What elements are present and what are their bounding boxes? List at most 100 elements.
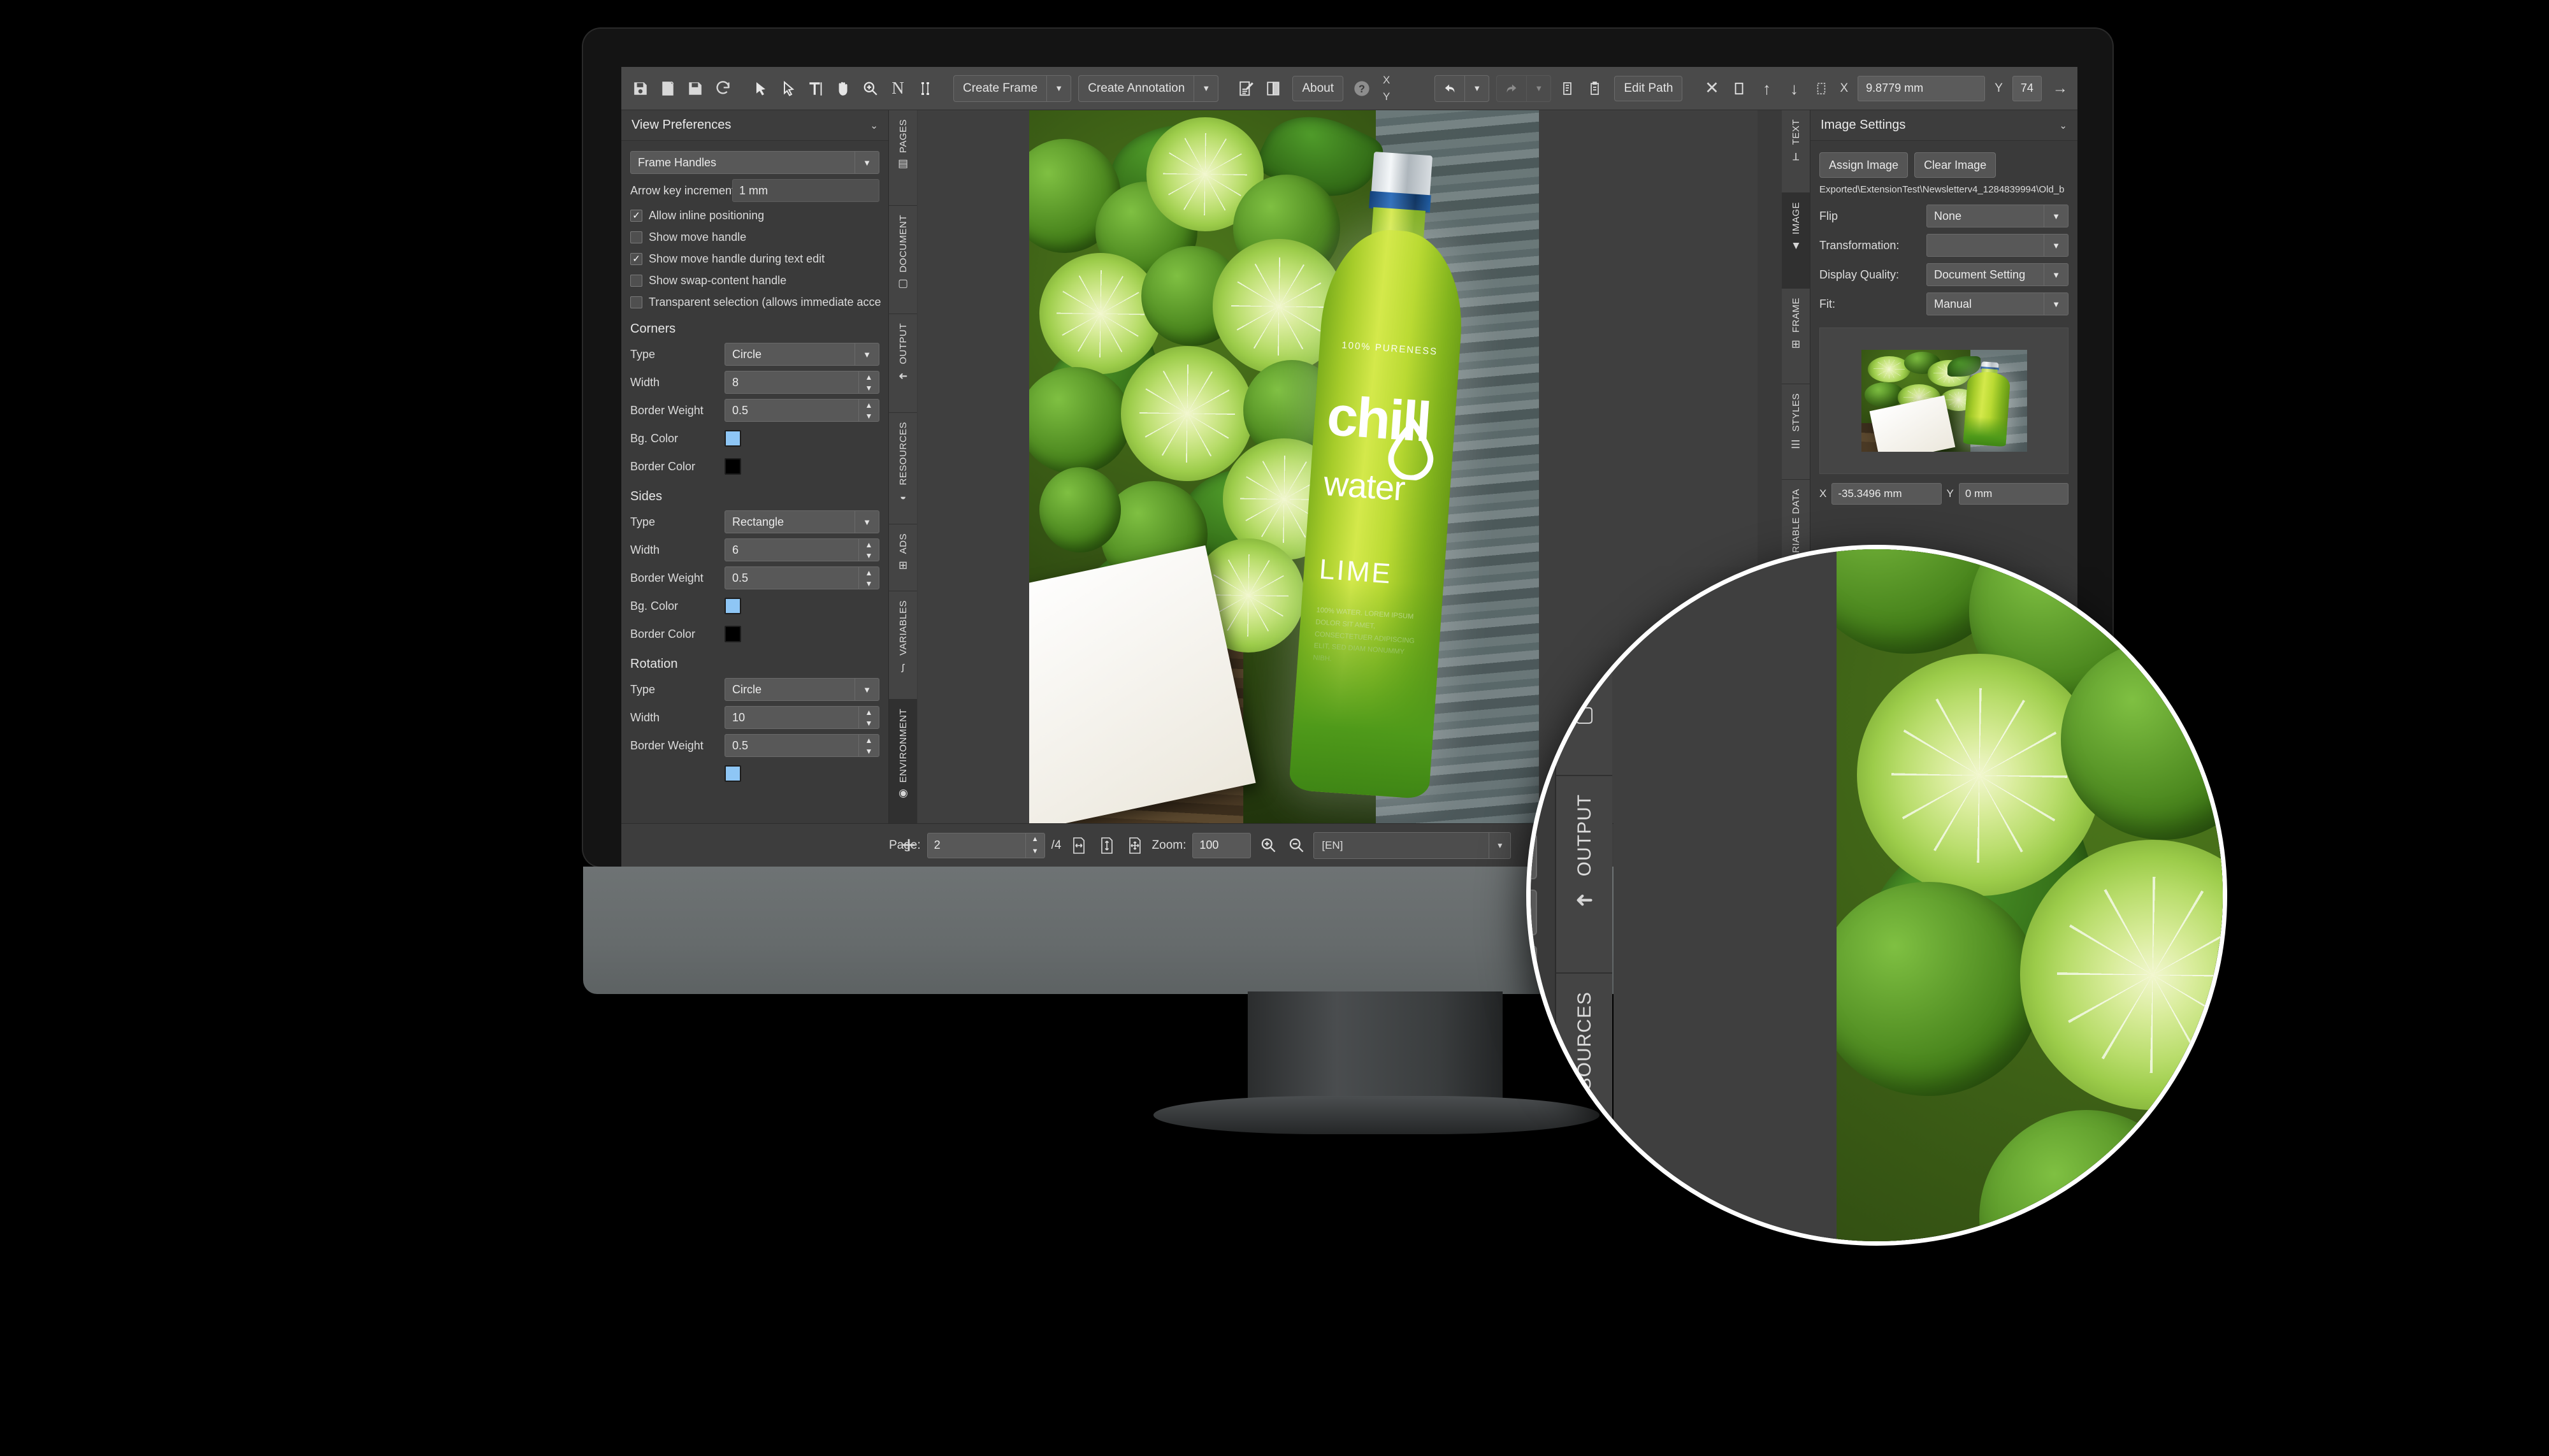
chevron-down-icon[interactable]: ▼: [1026, 846, 1044, 858]
chevron-down-icon[interactable]: ▼: [855, 679, 879, 700]
chevron-down-icon[interactable]: ▼: [859, 410, 879, 421]
sidebar-item-ads[interactable]: ADS ⊞: [889, 524, 917, 591]
undo-icon[interactable]: [1435, 76, 1464, 101]
duplicate-frame-icon[interactable]: [1809, 75, 1834, 103]
chevron-down-icon[interactable]: ▼: [859, 578, 879, 589]
rotation-border-weight-stepper[interactable]: 0.5 ▲ ▼: [725, 734, 879, 757]
magnified-sidebar-item-document[interactable]: DOCUMENT ▢: [1556, 559, 1612, 776]
sidebar-item-pages[interactable]: PAGES ▤: [889, 110, 917, 206]
magnified-sidebar-item-resources[interactable]: RESOURCES ◓: [1556, 974, 1612, 1197]
show-move-handle-text-edit-checkbox[interactable]: [630, 252, 642, 265]
undo-button[interactable]: ▼: [1434, 75, 1490, 102]
checkbox-row-3[interactable]: Show swap-content handle: [630, 270, 879, 291]
chevron-up-icon[interactable]: ▲: [1026, 833, 1044, 846]
stepper-arrows[interactable]: ▲ ▼: [858, 707, 879, 728]
corners-border-weight-stepper[interactable]: 0.5 ▲ ▼: [725, 399, 879, 422]
fit-page-icon[interactable]: [1124, 833, 1146, 858]
create-annotation-button[interactable]: Create Annotation ▼: [1078, 75, 1219, 102]
rotation-type-select[interactable]: Circle ▼: [725, 678, 879, 701]
clear-image-button[interactable]: Clear Image: [1914, 152, 1997, 178]
image-x-field[interactable]: -35.3496 mm: [1831, 483, 1942, 505]
chevron-up-icon[interactable]: ▲: [859, 707, 879, 717]
sides-type-select[interactable]: Rectangle ▼: [725, 510, 879, 533]
assign-image-button[interactable]: Assign Image: [1819, 152, 1909, 178]
chevron-down-icon[interactable]: ▼: [2044, 293, 2068, 315]
direct-select-icon[interactable]: [776, 75, 801, 103]
edit-path-button[interactable]: Edit Path: [1614, 75, 1683, 101]
image-settings-header[interactable]: Image Settings ⌄: [1810, 110, 2077, 141]
chevron-down-icon[interactable]: ▼: [859, 382, 879, 393]
zoom-tool-icon[interactable]: [858, 75, 883, 103]
sides-width-stepper[interactable]: 6 ▲ ▼: [725, 538, 879, 561]
rotation-width-stepper[interactable]: 10 ▲ ▼: [725, 706, 879, 729]
sides-bg-color-swatch[interactable]: [725, 598, 741, 614]
chevron-up-icon[interactable]: ▲: [859, 400, 879, 410]
chevron-up-icon[interactable]: ▲: [859, 539, 879, 550]
chevron-up-icon[interactable]: ▲: [859, 371, 879, 382]
corners-border-color-swatch[interactable]: [725, 458, 741, 475]
zoom-in-icon[interactable]: [1257, 833, 1279, 858]
copy-icon[interactable]: [1556, 75, 1581, 103]
chevron-down-icon[interactable]: ▼: [855, 152, 879, 173]
chevron-down-icon[interactable]: ▼: [855, 343, 879, 365]
frame-outline-icon[interactable]: [1726, 75, 1752, 103]
undo-dropdown-icon[interactable]: ▼: [1464, 75, 1489, 101]
chevron-down-icon[interactable]: ▼: [2044, 264, 2068, 285]
checkbox-row-0[interactable]: Allow inline positioning: [630, 205, 879, 226]
magnified-sides-width-stepper[interactable]: 6▲▼: [1531, 1225, 1537, 1241]
select-arrow-icon[interactable]: [748, 75, 774, 103]
chevron-up-icon[interactable]: ▲: [859, 567, 879, 578]
stepper-arrows[interactable]: ▲ ▼: [858, 371, 879, 393]
chevron-down-icon[interactable]: ▼: [1531, 1170, 1536, 1213]
chevron-up-icon[interactable]: ▲: [859, 735, 879, 746]
checkbox-row-1[interactable]: Show move handle: [630, 226, 879, 248]
send-backward-icon[interactable]: ↓: [1781, 75, 1807, 103]
view-preferences-header[interactable]: View Preferences ⌄: [621, 110, 888, 141]
refresh-icon[interactable]: [710, 75, 735, 103]
x-coordinate-field[interactable]: 9.8779 mm: [1858, 75, 1986, 101]
save-as-icon[interactable]: [655, 75, 681, 103]
stepper-arrows[interactable]: ▲ ▼: [858, 735, 879, 756]
stepper-arrows[interactable]: ▲ ▼: [858, 400, 879, 421]
chevron-down-icon[interactable]: ▼: [2044, 234, 2068, 256]
sidebar-item-variables[interactable]: VARIABLES ꭍ: [889, 591, 917, 700]
chevron-down-icon[interactable]: ▼: [2044, 205, 2068, 227]
language-select[interactable]: [EN] ▼: [1313, 832, 1512, 859]
paste-icon[interactable]: [1583, 75, 1608, 103]
corners-bg-color-swatch[interactable]: [725, 430, 741, 447]
tab-frame[interactable]: FRAME ⊞: [1782, 289, 1810, 384]
chevron-down-icon[interactable]: ▼: [859, 717, 879, 728]
stepper-arrows[interactable]: ▲ ▼: [858, 567, 879, 589]
sidebar-item-environment[interactable]: ENVIRONMENT ◉: [889, 700, 917, 840]
redo-icon[interactable]: [1497, 76, 1526, 101]
delete-icon[interactable]: ✕: [1699, 75, 1724, 103]
magnified-sidebar-item-ads[interactable]: ADS⊞: [1556, 1197, 1612, 1241]
tab-text[interactable]: TEXT T: [1782, 110, 1810, 193]
chevron-down-icon[interactable]: ▼: [859, 746, 879, 756]
magnified-corners-width-stepper[interactable]: 8▲▼: [1531, 890, 1537, 935]
show-swap-content-handle-checkbox[interactable]: [630, 274, 642, 287]
column-tool-icon[interactable]: [913, 75, 938, 103]
page-artwork[interactable]: 100% PURENESS chill water LIME 100% WATE…: [1029, 110, 1539, 824]
display-quality-select[interactable]: Document Setting ▼: [1926, 263, 2069, 286]
stepper-arrows[interactable]: ▲ ▼: [858, 539, 879, 561]
zoom-out-icon[interactable]: [1285, 833, 1307, 858]
chevron-up-icon[interactable]: ▲: [1531, 1226, 1536, 1241]
chevron-up-icon[interactable]: ▲: [1531, 891, 1536, 912]
sidebar-item-document[interactable]: DOCUMENT ▢: [889, 206, 917, 314]
n-tool-icon[interactable]: N: [885, 75, 911, 103]
chevron-down-icon[interactable]: ▼: [1531, 912, 1536, 934]
chevron-down-icon[interactable]: ▼: [1489, 832, 1510, 858]
image-y-field[interactable]: 0 mm: [1958, 483, 2069, 505]
text-tool-icon[interactable]: [803, 75, 828, 103]
about-button[interactable]: About: [1292, 75, 1343, 101]
tab-styles[interactable]: STYLES ☰: [1782, 384, 1810, 480]
redo-button[interactable]: ▼: [1496, 75, 1552, 102]
flip-select[interactable]: None ▼: [1926, 205, 2069, 227]
y-coordinate-field[interactable]: 74: [2012, 75, 2042, 101]
book-icon[interactable]: [1261, 75, 1287, 103]
frame-handles-select[interactable]: Frame Handles ▼: [630, 151, 879, 174]
help-icon[interactable]: ?: [1349, 75, 1375, 103]
magnified-canvas[interactable]: 100% PURENESS chill water LIME 100% WATE…: [1614, 549, 2223, 1241]
fit-width-icon[interactable]: [1068, 833, 1090, 858]
